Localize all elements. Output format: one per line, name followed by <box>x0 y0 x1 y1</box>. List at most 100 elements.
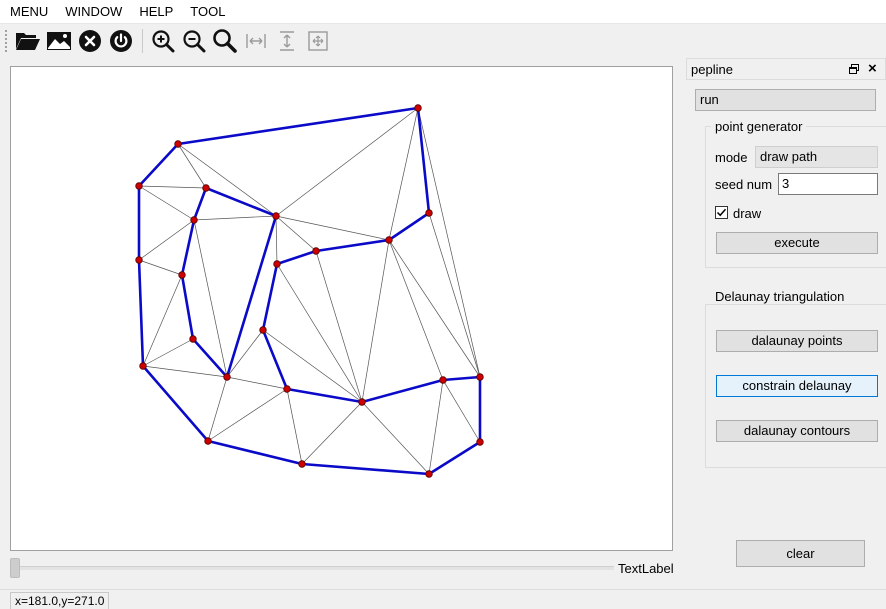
vertex-point <box>439 376 447 384</box>
power-button[interactable] <box>107 27 135 55</box>
vertex-point <box>273 260 281 268</box>
zoom-out-icon <box>183 30 206 53</box>
triangulation-edge <box>388 107 419 241</box>
status-bar: x=181.0,y=271.0 <box>0 589 886 609</box>
triangulation-edge <box>301 401 363 465</box>
check-icon <box>716 208 727 217</box>
open-file-button[interactable] <box>14 27 42 55</box>
triangulation-edge <box>286 388 303 465</box>
fit-window-button[interactable] <box>304 27 332 55</box>
slider-handle[interactable] <box>10 558 20 578</box>
vertex-point <box>385 236 393 244</box>
seed-num-input[interactable]: 3 <box>778 173 878 195</box>
triangulation-edge <box>138 259 183 276</box>
folder-open-icon <box>16 33 40 50</box>
vertex-point <box>259 326 267 334</box>
vertex-point <box>298 460 306 468</box>
point-generator-title: point generator <box>711 119 807 134</box>
triangulation-edge <box>226 376 288 390</box>
text-label: TextLabel <box>618 561 674 576</box>
drawing-canvas[interactable] <box>10 66 673 551</box>
toolbar <box>0 25 886 57</box>
mode-label: mode <box>715 150 748 165</box>
triangulation-svg <box>135 104 484 478</box>
vertex-point <box>358 398 366 406</box>
delaunay-title: Delaunay triangulation <box>711 289 849 304</box>
triangulation-edge <box>428 379 444 475</box>
fit-window-icon <box>308 31 328 51</box>
zoom-out-button[interactable] <box>180 27 208 55</box>
menu-menu[interactable]: MENU <box>0 0 56 24</box>
vertex-point <box>425 209 433 217</box>
pepline-dock: pepline × run point generator mode draw … <box>686 58 886 589</box>
triangulation-edge <box>275 107 419 217</box>
dock-title: pepline <box>691 62 733 77</box>
triangulation-edge <box>177 143 277 217</box>
vertex-point <box>202 184 210 192</box>
open-image-button[interactable] <box>45 27 73 55</box>
triangulation-edge <box>207 388 288 442</box>
toolbar-grip-icon[interactable] <box>4 29 8 53</box>
toolbar-separator <box>142 29 143 53</box>
execute-button[interactable]: execute <box>716 232 878 254</box>
fit-width-icon <box>246 34 266 48</box>
triangulation-edge <box>142 274 183 367</box>
fit-height-button[interactable] <box>273 27 301 55</box>
vertex-point <box>204 437 212 445</box>
delaunay-points-button[interactable]: dalaunay points <box>716 330 878 352</box>
magnifier-icon <box>213 29 237 53</box>
close-circle-icon <box>79 30 101 52</box>
vertex-point <box>272 212 280 220</box>
triangulation-edge <box>388 239 444 381</box>
triangulation-edge <box>361 239 390 403</box>
triangulation-edge <box>276 263 363 403</box>
triangulation-edge <box>207 376 228 442</box>
vertex-point <box>312 247 320 255</box>
close-icon[interactable]: × <box>868 61 877 77</box>
vertex-point <box>178 271 186 279</box>
slider-track <box>10 566 614 570</box>
menu-help[interactable]: HELP <box>130 0 181 24</box>
clear-button[interactable]: clear <box>736 540 865 567</box>
vertex-point <box>283 385 291 393</box>
seed-num-label: seed num <box>715 177 773 192</box>
vertex-point <box>135 256 143 264</box>
vertex-point <box>476 438 484 446</box>
close-button[interactable] <box>76 27 104 55</box>
triangulation-edge <box>388 239 481 378</box>
timeline-slider[interactable] <box>10 558 614 578</box>
dock-title-bar[interactable]: pepline × <box>686 58 886 80</box>
mode-select[interactable]: draw path <box>755 146 878 168</box>
run-button[interactable]: run <box>695 89 876 111</box>
fit-width-button[interactable] <box>242 27 270 55</box>
image-icon <box>47 32 71 50</box>
constraint-path <box>138 106 431 214</box>
vertex-point <box>139 362 147 370</box>
menu-tool[interactable]: TOOL <box>181 0 233 24</box>
triangulation-edge <box>193 219 228 378</box>
search-button[interactable] <box>211 27 239 55</box>
draw-checkbox[interactable] <box>715 206 728 219</box>
menu-window[interactable]: WINDOW <box>56 0 130 24</box>
vertex-point <box>190 216 198 224</box>
menu-bar: MENU WINDOW HELP TOOL <box>0 0 886 24</box>
triangulation-edge <box>428 212 481 378</box>
fit-height-icon <box>280 31 294 51</box>
triangulation-edge <box>442 379 481 443</box>
triangulation-edge <box>275 215 317 252</box>
float-window-icon[interactable] <box>848 63 860 75</box>
zoom-in-button[interactable] <box>149 27 177 55</box>
cursor-coordinates: x=181.0,y=271.0 <box>10 592 110 609</box>
triangulation-edge <box>315 250 363 403</box>
vertex-point <box>135 182 143 190</box>
triangulation-edge <box>417 107 481 378</box>
vertex-point <box>223 373 231 381</box>
triangulation-edge <box>142 365 228 378</box>
delaunay-contours-button[interactable]: dalaunay contours <box>716 420 878 442</box>
vertex-point <box>414 104 422 112</box>
triangulation-edge <box>138 185 207 189</box>
triangulation-edge <box>142 338 194 367</box>
vertex-point <box>476 373 484 381</box>
constrain-delaunay-button[interactable]: constrain delaunay <box>716 375 878 397</box>
triangulation-edge <box>177 143 207 189</box>
